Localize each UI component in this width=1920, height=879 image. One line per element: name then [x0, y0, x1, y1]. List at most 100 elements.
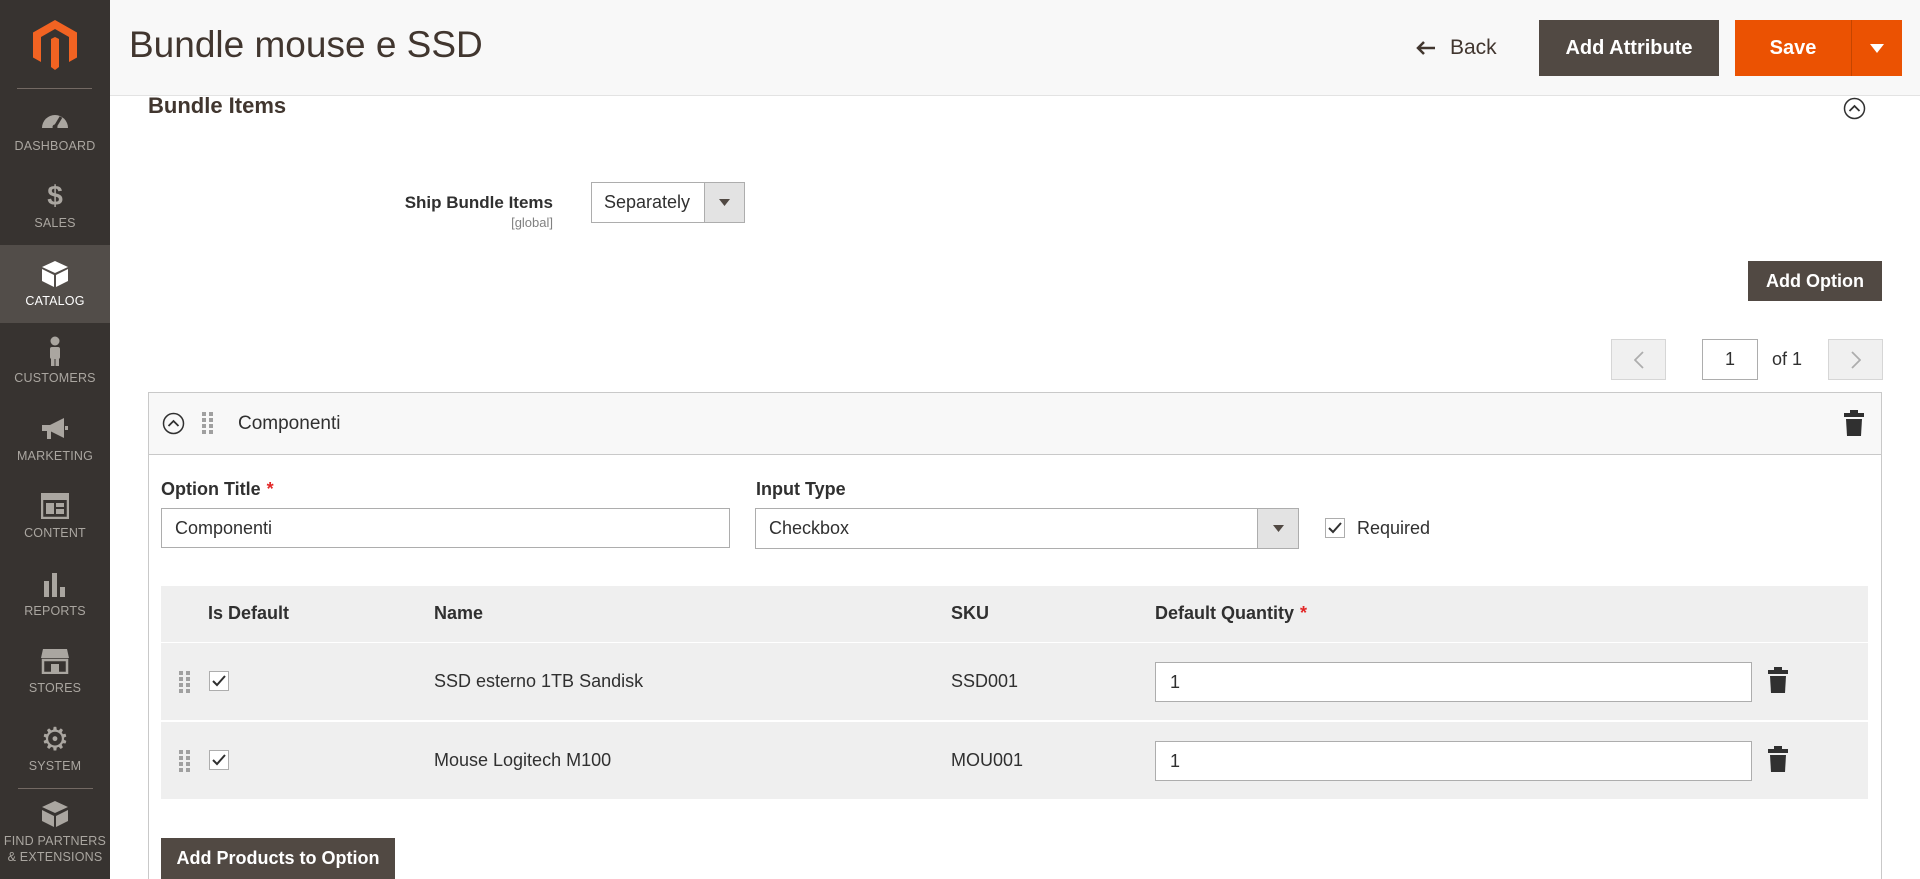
- sidebar-item-label: SALES: [34, 216, 76, 231]
- magento-logo[interactable]: [0, 0, 110, 90]
- sidebar-item-label: CATALOG: [25, 293, 85, 308]
- input-type-value: Checkbox: [769, 518, 850, 538]
- section-collapse-button[interactable]: [1843, 97, 1866, 125]
- product-name: Mouse Logitech M100: [434, 750, 612, 770]
- default-quantity-input[interactable]: 1: [1155, 662, 1752, 702]
- sidebar-item-system[interactable]: ⚙ SYSTEM: [0, 710, 110, 788]
- blocks-icon: [40, 799, 70, 829]
- dashboard-icon: [40, 104, 70, 134]
- sidebar-item-label: CUSTOMERS: [14, 371, 96, 386]
- pager-page-input[interactable]: [1702, 339, 1758, 380]
- sidebar-item-label: STORES: [28, 681, 82, 696]
- add-option-button[interactable]: Add Option: [1748, 261, 1882, 301]
- megaphone-icon: [40, 414, 70, 444]
- trash-icon: [1768, 667, 1788, 693]
- pager-total: of 1: [1772, 349, 1803, 369]
- column-name: Name: [434, 603, 484, 623]
- pager-next-button[interactable]: [1828, 339, 1883, 380]
- sidebar-item-dashboard[interactable]: DASHBOARD: [0, 90, 110, 168]
- box-icon: [41, 259, 69, 289]
- ship-bundle-select[interactable]: Separately: [591, 182, 745, 223]
- sidebar-item-label: CONTENT: [24, 526, 86, 541]
- sidebar-item-marketing[interactable]: MARKETING: [0, 400, 110, 478]
- required-star: *: [266, 479, 274, 499]
- sidebar-item-label: DASHBOARD: [14, 138, 96, 153]
- chevron-up-circle-icon: [162, 412, 185, 435]
- sidebar-item-partners[interactable]: FIND PARTNERS & EXTENSIONS: [0, 789, 110, 875]
- chevron-up-circle-icon: [1843, 97, 1866, 120]
- ship-bundle-scope: [global]: [511, 215, 553, 230]
- checkmark-icon: [212, 675, 226, 687]
- table-row: SSD esterno 1TB Sandisk SSD001 1: [161, 643, 1868, 720]
- required-checkbox[interactable]: [1325, 518, 1345, 538]
- caret-down-icon: [1870, 43, 1884, 53]
- sidebar-item-stores[interactable]: STORES: [0, 633, 110, 711]
- product-sku: SSD001: [951, 671, 1019, 691]
- back-button-label: Back: [1450, 36, 1497, 59]
- sidebar-item-sales[interactable]: $ SALES: [0, 168, 110, 246]
- column-is-default: Is Default: [208, 603, 290, 623]
- pager-prev-button[interactable]: [1611, 339, 1666, 380]
- caret-down-icon: [704, 183, 744, 222]
- sidebar-item-label: & EXTENSIONS: [7, 849, 103, 864]
- option-collapse-button[interactable]: [162, 412, 185, 440]
- admin-sidebar: DASHBOARD $ SALES CATALOG CUSTOMERS MARK…: [0, 0, 110, 879]
- sidebar-nav: DASHBOARD $ SALES CATALOG CUSTOMERS MARK…: [0, 90, 110, 875]
- column-sku: SKU: [951, 603, 990, 623]
- column-default-quantity: Default Quantity *: [1155, 603, 1307, 624]
- delete-selection-button[interactable]: [1768, 746, 1788, 777]
- sidebar-item-label: SYSTEM: [28, 758, 82, 773]
- product-sku: MOU001: [951, 750, 1024, 770]
- checkmark-icon: [212, 754, 226, 766]
- sidebar-divider: [17, 88, 92, 89]
- default-quantity-input[interactable]: 1: [1155, 741, 1752, 781]
- add-attribute-button[interactable]: Add Attribute: [1539, 20, 1719, 76]
- person-icon: [45, 336, 65, 367]
- delete-option-button[interactable]: [1844, 410, 1864, 441]
- column-default-quantity-text: Default Quantity: [1155, 603, 1295, 623]
- required-star: *: [1300, 603, 1308, 623]
- sidebar-item-customers[interactable]: CUSTOMERS: [0, 323, 110, 401]
- layout-icon: [41, 491, 69, 521]
- input-type-select[interactable]: Checkbox: [755, 508, 1299, 549]
- table-header: Is Default Name SKU Default Quantity *: [161, 586, 1868, 642]
- drag-handle-icon[interactable]: [179, 671, 191, 698]
- add-products-to-option-button[interactable]: Add Products to Option: [161, 838, 395, 879]
- magento-logo-icon: [33, 20, 77, 70]
- back-button[interactable]: Back: [1416, 28, 1497, 68]
- sidebar-item-label: MARKETING: [16, 448, 94, 463]
- option-title-input[interactable]: Componenti: [161, 508, 730, 548]
- option-title-label-text: Option Title: [161, 479, 261, 499]
- chevron-right-icon: [1850, 350, 1861, 369]
- product-name: SSD esterno 1TB Sandisk: [434, 671, 644, 691]
- sidebar-item-label: REPORTS: [24, 603, 86, 618]
- is-default-checkbox[interactable]: [209, 671, 229, 691]
- ship-bundle-value: Separately: [604, 192, 691, 212]
- input-type-label: Input Type: [756, 479, 846, 499]
- is-default-checkbox[interactable]: [209, 750, 229, 770]
- save-button[interactable]: Save: [1735, 20, 1851, 76]
- save-dropdown-toggle[interactable]: [1851, 20, 1902, 76]
- bar-chart-icon: [42, 569, 68, 599]
- trash-icon: [1844, 410, 1864, 436]
- bundle-option-header: Componenti: [149, 393, 1881, 455]
- sidebar-item-catalog[interactable]: CATALOG: [0, 245, 110, 323]
- chevron-left-icon: [1633, 350, 1644, 369]
- store-icon: [40, 646, 70, 676]
- option-title-label: Option Title *: [161, 479, 274, 500]
- caret-down-icon: [1257, 509, 1298, 548]
- sidebar-item-content[interactable]: CONTENT: [0, 478, 110, 556]
- page-title: Bundle mouse e SSD: [129, 24, 483, 65]
- option-header-title: Componenti: [238, 413, 341, 434]
- section-title: Bundle Items: [148, 93, 287, 118]
- delete-selection-button[interactable]: [1768, 667, 1788, 698]
- sidebar-item-label: FIND PARTNERS: [3, 833, 107, 848]
- drag-handle-icon[interactable]: [202, 412, 214, 439]
- required-label: Required: [1357, 518, 1431, 538]
- sidebar-item-reports[interactable]: REPORTS: [0, 555, 110, 633]
- trash-icon: [1768, 746, 1788, 772]
- dollar-icon: $: [47, 180, 63, 212]
- gear-icon: ⚙: [40, 720, 70, 757]
- checkmark-icon: [1328, 522, 1342, 534]
- drag-handle-icon[interactable]: [179, 750, 191, 777]
